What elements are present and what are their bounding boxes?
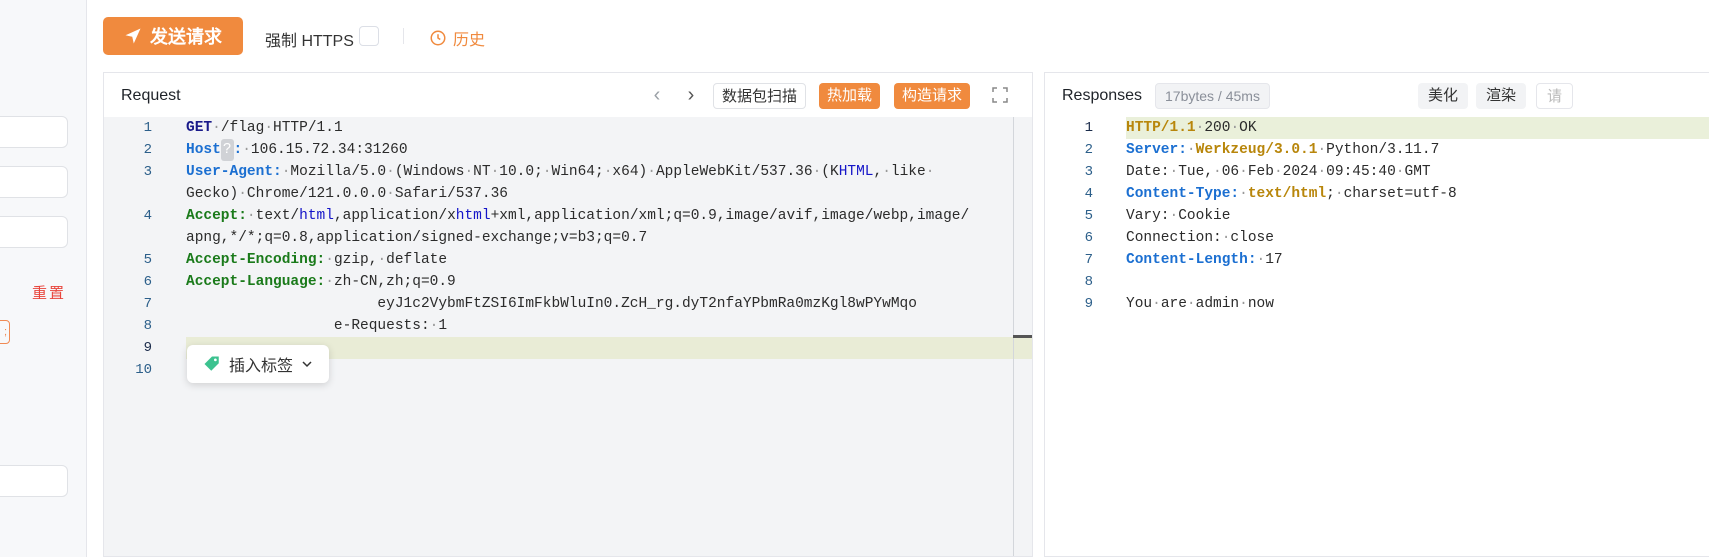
request-line: 4 Accept:·text/html,application/xhtml+xm… — [104, 205, 1032, 227]
code-text: apng,*/*;q=0.8,application/signed-exchan… — [186, 230, 648, 246]
hot-load-button[interactable]: 热加载 — [819, 83, 881, 109]
history-label: 历史 — [453, 32, 486, 49]
chevron-right-icon[interactable]: › — [682, 85, 700, 105]
main-area: 发送请求 强制 HTTPS 历史 Request ‹ › 数据包扫描 热加载 构… — [87, 0, 1709, 557]
line-number: 9 — [143, 340, 152, 356]
response-line: 9 You·are·admin·now — [1045, 293, 1709, 315]
request-line: apng,*/*;q=0.8,application/signed-exchan… — [104, 227, 1032, 249]
response-line: 4 Content-Type:·text/html;·charset=utf-8 — [1045, 183, 1709, 205]
line-number: 7 — [143, 296, 152, 312]
response-title: Responses — [1062, 87, 1143, 104]
response-panel: Responses 17bytes / 45ms 美化 渲染 请 1 HTTP/… — [1044, 72, 1709, 557]
request-panel: Request ‹ › 数据包扫描 热加载 构造请求 1 GET·/flag·H… — [103, 72, 1033, 557]
line-number: 1 — [1084, 120, 1093, 136]
line-number: 5 — [143, 252, 152, 268]
response-line: 7 Content-Length:·17 — [1045, 249, 1709, 271]
line-number: 4 — [1084, 186, 1093, 202]
request-line: 8 e-Requests:·1 — [104, 315, 1032, 337]
code-text: Accept:·text/html,application/xhtml+xml,… — [186, 208, 970, 224]
code-text: e-Requests:·1 — [186, 318, 448, 334]
line-number: 7 — [1084, 252, 1093, 268]
line-number: 1 — [143, 120, 152, 136]
left-sidebar: 重置 ; — [0, 0, 87, 557]
code-text: Date:·Tue,·06·Feb·2024·09:45:40·GMT — [1126, 164, 1431, 180]
chevron-left-icon[interactable]: ‹ — [648, 85, 666, 105]
left-input-1[interactable] — [0, 116, 68, 148]
history-button[interactable]: 历史 — [429, 26, 485, 50]
response-line: 6 Connection:·close — [1045, 227, 1709, 249]
packet-scan-button[interactable]: 数据包扫描 — [713, 83, 807, 109]
code-text: User-Agent:·Mozilla/5.0·(Windows·NT·10.0… — [186, 164, 935, 180]
request-line: 1 GET·/flag·HTTP/1.1 — [104, 117, 1032, 139]
send-icon — [125, 28, 141, 44]
line-number: 4 — [143, 208, 152, 224]
left-input-3[interactable] — [0, 216, 68, 248]
line-number: 3 — [1084, 164, 1093, 180]
request-line: Gecko)·Chrome/121.0.0.0·Safari/537.36 — [104, 183, 1032, 205]
request-line: 5 Accept-Encoding:·gzip,·deflate — [104, 249, 1032, 271]
line-number: 2 — [1084, 142, 1093, 158]
send-request-label: 发送请求 — [150, 27, 222, 47]
force-https-checkbox[interactable] — [359, 26, 379, 46]
toolbar-divider — [403, 28, 404, 44]
more-button[interactable]: 请 — [1536, 83, 1574, 109]
tag-icon — [204, 356, 219, 371]
line-number: 6 — [1084, 230, 1093, 246]
beautify-button[interactable]: 美化 — [1418, 83, 1469, 109]
code-text: eyJ1c2VybmFtZSI6ImFkbWluIn0.ZcH_rg.dyT2n… — [186, 296, 917, 312]
code-text: Content-Type:·text/html;·charset=utf-8 — [1126, 186, 1457, 202]
response-size-badge: 17bytes / 45ms — [1155, 83, 1270, 109]
request-line: 3 User-Agent:·Mozilla/5.0·(Windows·NT·10… — [104, 161, 1032, 183]
request-title: Request — [121, 87, 181, 104]
code-text: You·are·admin·now — [1126, 296, 1274, 312]
send-request-button[interactable]: 发送请求 — [103, 17, 243, 55]
line-number: 10 — [135, 362, 152, 378]
code-text: HTTP/1.1·200·OK — [1126, 120, 1257, 136]
code-text: Accept-Encoding:·gzip,·deflate — [186, 252, 448, 268]
left-tag-edge[interactable]: ; — [0, 320, 10, 344]
render-button[interactable]: 渲染 — [1476, 83, 1527, 109]
response-line: 5 Vary:·Cookie — [1045, 205, 1709, 227]
request-line: 6 Accept-Language:·zh-CN,zh;q=0.9 — [104, 271, 1032, 293]
left-input-4[interactable] — [0, 465, 68, 497]
code-text: Accept-Language:·zh-CN,zh;q=0.9 — [186, 274, 456, 290]
request-line: 7 eyJ1c2VybmFtZSI6ImFkbWluIn0.ZcH_rg.dyT… — [104, 293, 1032, 315]
line-number: 6 — [143, 274, 152, 290]
insert-tag-label: 插入标签 — [229, 358, 294, 375]
request-editor[interactable]: 1 GET·/flag·HTTP/1.1 2 Host?:·106.15.72.… — [104, 117, 1032, 556]
response-line: 1 HTTP/1.1·200·OK — [1045, 117, 1709, 139]
response-editor[interactable]: 1 HTTP/1.1·200·OK 2 Server:·Werkzeug/3.0… — [1045, 117, 1709, 556]
code-text: Gecko)·Chrome/121.0.0.0·Safari/537.36 — [186, 186, 508, 202]
code-text: Server:·Werkzeug/3.0.1·Python/3.11.7 — [1126, 142, 1440, 158]
code-text: Vary:·Cookie — [1126, 208, 1231, 224]
code-text: Connection:·close — [1126, 230, 1274, 246]
response-header: Responses 17bytes / 45ms 美化 渲染 请 — [1045, 73, 1709, 118]
fullscreen-icon[interactable] — [991, 86, 1009, 104]
response-line: 2 Server:·Werkzeug/3.0.1·Python/3.11.7 — [1045, 139, 1709, 161]
reset-button[interactable]: 重置 — [32, 282, 66, 303]
line-number: 8 — [143, 318, 152, 334]
response-line: 3 Date:·Tue,·06·Feb·2024·09:45:40·GMT — [1045, 161, 1709, 183]
line-number: 5 — [1084, 208, 1093, 224]
left-input-2[interactable] — [0, 166, 68, 198]
line-number: 8 — [1084, 274, 1093, 290]
request-line: 2 Host?:·106.15.72.34:31260 — [104, 139, 1032, 161]
toolbar: 发送请求 强制 HTTPS 历史 — [87, 0, 1709, 72]
line-number: 9 — [1084, 296, 1093, 312]
line-number: 3 — [143, 164, 152, 180]
request-header: Request ‹ › 数据包扫描 热加载 构造请求 — [104, 73, 1032, 118]
construct-request-button[interactable]: 构造请求 — [894, 83, 971, 109]
code-text: GET·/flag·HTTP/1.1 — [186, 120, 343, 136]
chevron-down-icon — [302, 361, 312, 368]
force-https-label: 强制 HTTPS — [265, 33, 354, 50]
line-number: 2 — [143, 142, 152, 158]
response-line: 8 — [1045, 271, 1709, 293]
insert-tag-popup[interactable]: 插入标签 — [187, 345, 329, 383]
clock-icon — [430, 30, 446, 46]
code-text: Host?:·106.15.72.34:31260 — [186, 139, 408, 161]
code-text: Content-Length:·17 — [1126, 252, 1283, 268]
